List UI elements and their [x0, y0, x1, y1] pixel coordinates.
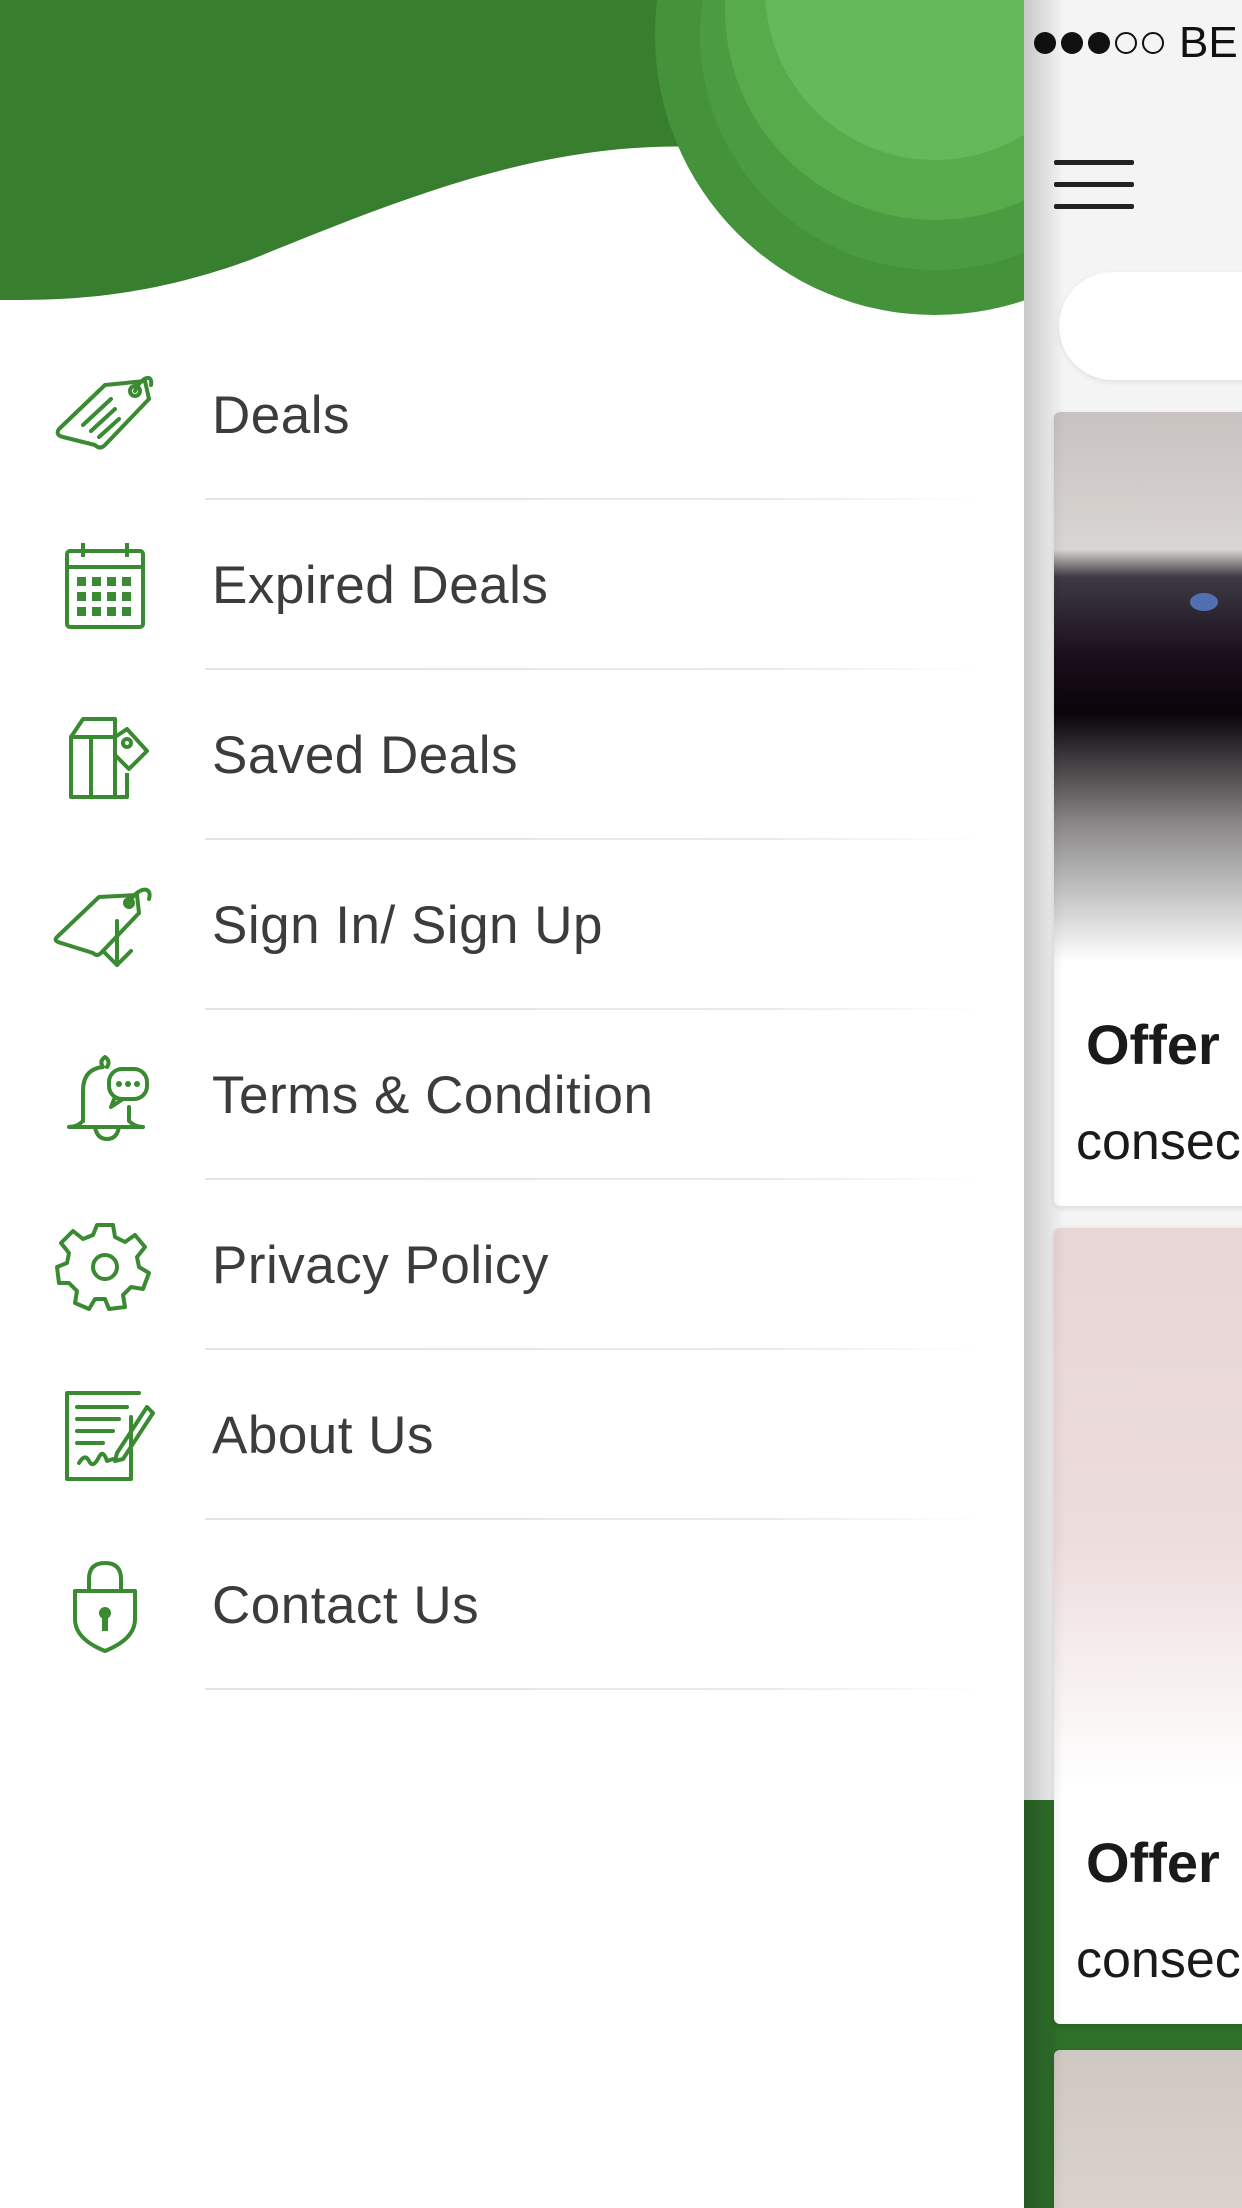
deal-description: consec: [1076, 1113, 1241, 1171]
shield-lock-icon: [50, 1555, 160, 1655]
deal-title: Offer: [1086, 1013, 1220, 1076]
shopping-bag-tag-icon: [50, 705, 160, 805]
document-signature-icon: [50, 1385, 160, 1485]
menu-item-label: Sign In/ Sign Up: [212, 895, 604, 955]
gear-icon: [50, 1215, 160, 1315]
hamburger-icon[interactable]: [1054, 160, 1134, 210]
deal-image: [1054, 1228, 1242, 1788]
menu-item-sign-in-sign-up[interactable]: Sign In/ Sign Up: [0, 840, 1024, 1010]
deal-image: [1054, 412, 1242, 962]
menu-item-terms-condition[interactable]: Terms & Condition: [0, 1010, 1024, 1180]
tag-download-icon: [50, 875, 160, 975]
menu-item-expired-deals[interactable]: Expired Deals: [0, 500, 1024, 670]
signal-dot-icon: [1061, 32, 1083, 54]
drawer-menu: Deals Expired Deals Saved Deals Sign In/…: [0, 330, 1024, 1690]
menu-item-label: Privacy Policy: [212, 1235, 549, 1295]
menu-item-label: Contact Us: [212, 1575, 480, 1635]
divider: [205, 1688, 984, 1690]
deal-image: [1054, 2050, 1242, 2208]
drawer-header-wave: [0, 0, 1024, 315]
deal-card[interactable]: Offer consec: [1054, 412, 1242, 1206]
menu-item-label: Expired Deals: [212, 555, 549, 615]
deal-description: consec: [1076, 1931, 1241, 1989]
deal-card[interactable]: [1054, 2050, 1242, 2208]
signal-dot-icon: [1142, 32, 1164, 54]
deal-card[interactable]: Offer consec: [1054, 1228, 1242, 2024]
bell-chat-icon: [50, 1045, 160, 1145]
navigation-drawer: Deals Expired Deals Saved Deals Sign In/…: [0, 0, 1024, 2208]
menu-item-saved-deals[interactable]: Saved Deals: [0, 670, 1024, 840]
menu-item-label: About Us: [212, 1405, 435, 1465]
calendar-icon: [50, 535, 160, 635]
carrier-name: BE: [1179, 18, 1238, 67]
signal-dot-icon: [1088, 32, 1110, 54]
menu-item-privacy-policy[interactable]: Privacy Policy: [0, 1180, 1024, 1350]
deals-screen: BE Offer consec Offer consec: [1024, 0, 1242, 2208]
deal-title: Offer: [1086, 1831, 1220, 1894]
price-tag-icon: [50, 365, 160, 465]
menu-item-label: Saved Deals: [212, 725, 519, 785]
signal-dot-icon: [1034, 32, 1056, 54]
menu-item-contact-us[interactable]: Contact Us: [0, 1520, 1024, 1690]
menu-item-label: Terms & Condition: [212, 1065, 654, 1125]
search-input[interactable]: [1059, 272, 1242, 380]
menu-item-deals[interactable]: Deals: [0, 330, 1024, 500]
menu-item-label: Deals: [212, 385, 351, 445]
signal-dot-icon: [1115, 32, 1137, 54]
status-bar: BE: [1034, 18, 1238, 68]
menu-item-about-us[interactable]: About Us: [0, 1350, 1024, 1520]
